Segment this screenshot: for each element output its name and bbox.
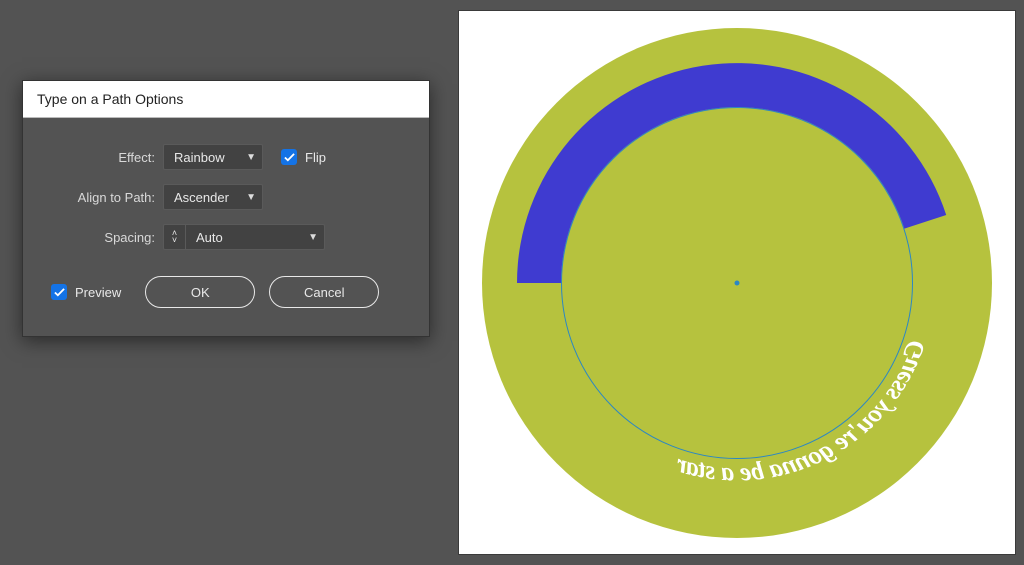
effect-row: Effect: Rainbow ▼ Flip [51,144,401,170]
effect-select[interactable]: Rainbow ▼ [163,144,263,170]
effect-label: Effect: [51,150,155,165]
chevron-down-icon: ▼ [246,192,256,203]
stepper-down-icon: ˅ [172,237,177,244]
flip-checkbox-wrap[interactable]: Flip [281,149,326,165]
spacing-stepper[interactable]: ˄ ˅ [163,224,185,250]
dialog-title: Type on a Path Options [23,81,429,118]
chevron-down-icon: ▼ [308,232,318,243]
align-label: Align to Path: [51,190,155,205]
ok-button[interactable]: OK [145,276,255,308]
check-icon [54,287,65,298]
preview-checkbox[interactable] [51,284,67,300]
check-icon [284,152,295,163]
align-select[interactable]: Ascender ▼ [163,184,263,210]
spacing-value: Auto [196,230,223,245]
flip-checkbox[interactable] [281,149,297,165]
spacing-select[interactable]: Auto ▼ [185,224,325,250]
type-on-path-artwork: Guess you're gonna be a star [482,28,992,538]
spacing-row: Spacing: ˄ ˅ Auto ▼ [51,224,401,250]
align-row: Align to Path: Ascender ▼ [51,184,401,210]
chevron-down-icon: ▼ [246,152,256,163]
spacing-control: ˄ ˅ Auto ▼ [163,224,325,250]
type-on-path-options-dialog: Type on a Path Options Effect: Rainbow ▼… [22,80,430,337]
spacing-label: Spacing: [51,230,155,245]
artboard[interactable]: Guess you're gonna be a star [458,10,1016,555]
align-value: Ascender [174,190,229,205]
ok-label: OK [191,285,210,300]
text-highlight-band [517,63,946,283]
effect-value: Rainbow [174,150,225,165]
flip-label: Flip [305,150,326,165]
path-text: Guess you're gonna be a star [672,335,931,486]
preview-checkbox-wrap[interactable]: Preview [51,284,121,300]
path-text-content: Guess you're gonna be a star [672,335,931,486]
cancel-button[interactable]: Cancel [269,276,379,308]
cancel-label: Cancel [304,285,344,300]
dialog-button-row: Preview OK Cancel [51,276,401,308]
preview-label: Preview [75,285,121,300]
dialog-body: Effect: Rainbow ▼ Flip Align to Path: As… [23,118,429,336]
